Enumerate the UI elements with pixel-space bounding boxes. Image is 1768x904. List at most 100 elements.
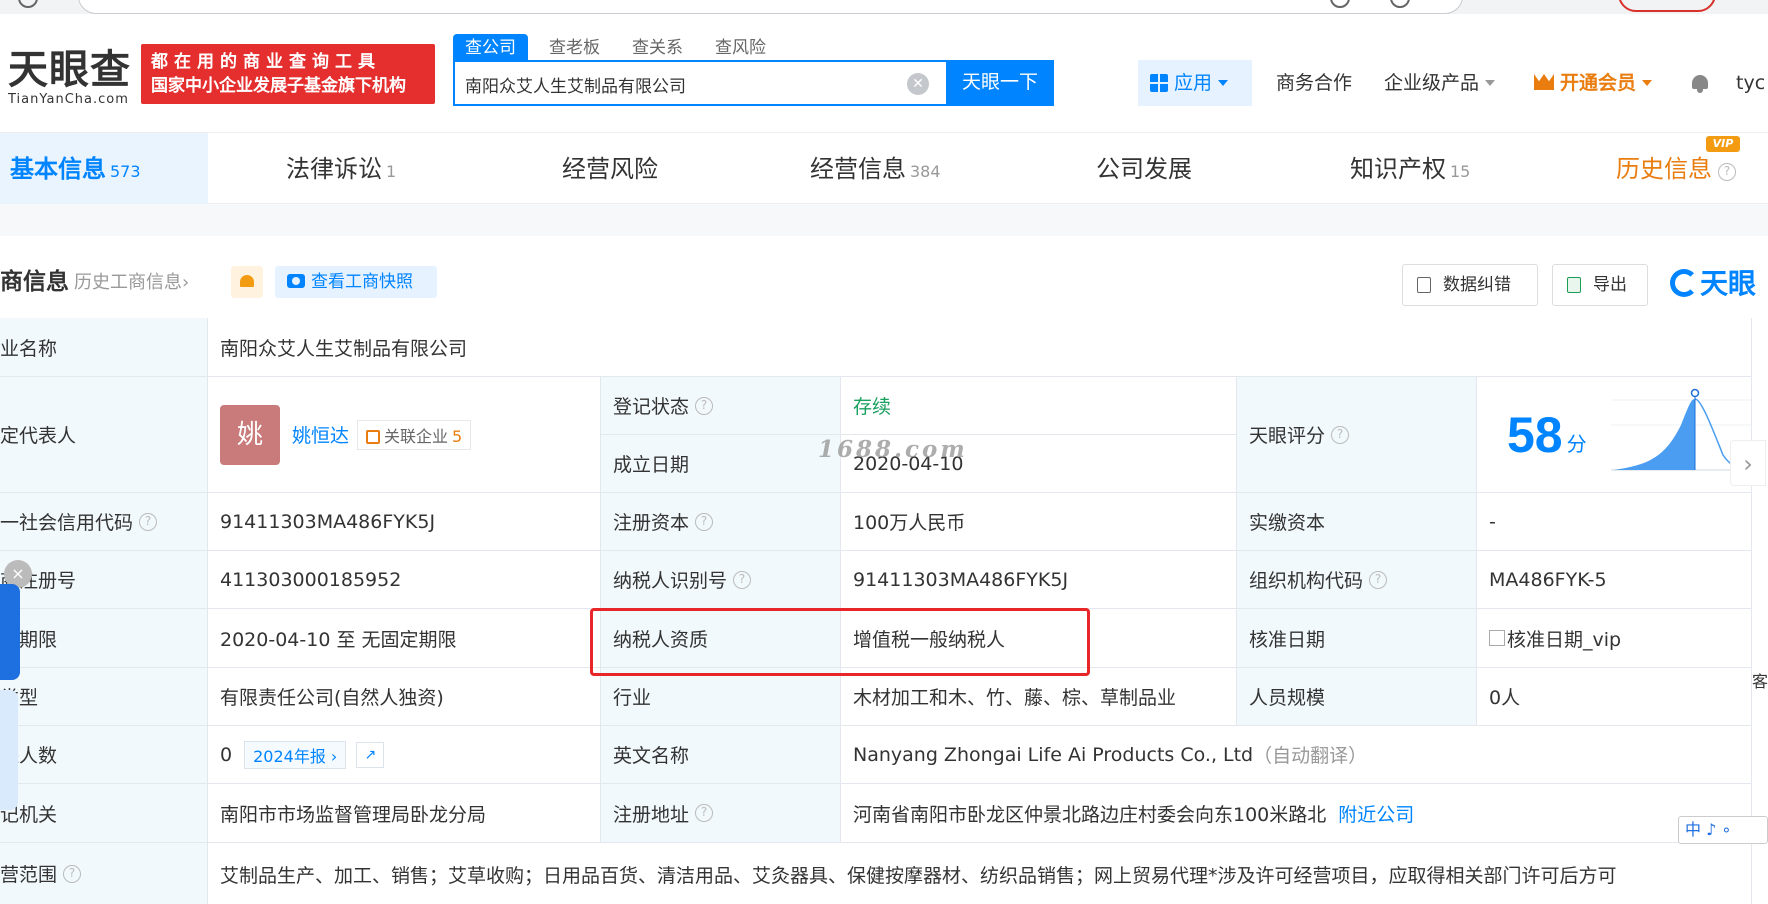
credit-code-value: 91411303MA486FYK5J xyxy=(208,493,601,551)
search-input[interactable] xyxy=(465,70,885,98)
export-button[interactable]: 导出 xyxy=(1552,264,1648,306)
user-menu[interactable]: tyc xyxy=(1736,60,1765,106)
label-org-code: 组织机构代码? xyxy=(1237,551,1477,609)
help-icon[interactable]: ? xyxy=(695,804,714,822)
address-bar[interactable] xyxy=(78,0,1463,14)
help-icon[interactable]: ? xyxy=(63,864,82,883)
reload-icon[interactable] xyxy=(18,0,38,8)
history-link-label: 历史工商信息 xyxy=(74,272,182,293)
floating-widget-secondary[interactable] xyxy=(0,690,18,810)
browser-toolbar xyxy=(0,0,1768,14)
tab-count: 15 xyxy=(1450,162,1471,181)
document-icon xyxy=(1417,277,1431,293)
label-authority: 记机关 xyxy=(0,784,208,843)
search-tab-relation[interactable]: 查关系 xyxy=(632,34,683,62)
apps-menu-button[interactable]: 应用 xyxy=(1138,60,1252,106)
data-correct-button[interactable]: 数据纠错 xyxy=(1402,264,1538,306)
search-tab-boss[interactable]: 查老板 xyxy=(549,34,600,62)
tab-count: 573 xyxy=(110,162,141,181)
broken-image-icon xyxy=(1489,630,1505,646)
paid-capital-value: - xyxy=(1477,493,1752,551)
label-reg-capital: 注册资本? xyxy=(601,493,841,551)
help-icon[interactable]: ? xyxy=(695,396,714,415)
site-logo[interactable]: 天眼查 TianYanCha.com xyxy=(8,48,131,107)
tab-count: 384 xyxy=(910,162,941,181)
help-icon[interactable]: ? xyxy=(695,512,714,531)
history-link[interactable]: 历史工商信息› xyxy=(74,268,189,294)
tab-ip[interactable]: 知识产权 15 xyxy=(1350,133,1470,205)
label-score: 天眼评分? xyxy=(1237,377,1477,493)
customer-service-tab[interactable]: 客 xyxy=(1752,668,1768,692)
help-icon[interactable]: ? xyxy=(139,512,158,531)
related-companies-button[interactable]: 关联企业 5 xyxy=(357,419,472,450)
tab-label: 经营风险 xyxy=(562,155,658,183)
reg-status-label-text: 登记状态 xyxy=(613,396,690,418)
apps-grid-icon xyxy=(1150,74,1168,92)
taxpayer-id-label-text: 纳税人识别号 xyxy=(613,570,728,592)
label-industry: 行业 xyxy=(601,668,841,726)
help-icon[interactable]: ? xyxy=(1369,570,1388,589)
tab-count: 1 xyxy=(386,162,397,181)
monitor-bell-button[interactable] xyxy=(231,266,263,298)
business-coop-link[interactable]: 商务合作 xyxy=(1276,60,1352,106)
chevron-right-icon: › xyxy=(182,272,190,293)
section-title: 商信息 xyxy=(0,269,69,295)
reg-capital-label-text: 注册资本 xyxy=(613,512,690,534)
network-icon xyxy=(366,429,381,444)
avatar[interactable]: 姚 xyxy=(220,404,280,465)
company-tabs: 基本信息 573 法律诉讼 1 经营风险 经营信息 384 公司发展 知识产权 15 历… xyxy=(0,132,1768,205)
tab-operation[interactable]: 经营信息 384 xyxy=(810,133,941,205)
english-name-cell: Nanyang Zhongai Life Ai Products Co., Lt… xyxy=(841,726,1752,784)
tab-legal[interactable]: 法律诉讼 1 xyxy=(286,133,396,205)
notification-bell-icon[interactable] xyxy=(1690,73,1710,93)
score-unit: 分 xyxy=(1566,432,1587,456)
open-vip-menu[interactable]: 开通会员 xyxy=(1534,60,1653,106)
tab-development[interactable]: 公司发展 xyxy=(1096,133,1192,205)
search-tab-company[interactable]: 查公司 xyxy=(453,34,528,62)
highlight-box-annotation xyxy=(590,608,1090,676)
address-label-text: 注册地址 xyxy=(613,803,690,826)
approval-date-alt: 核准日期_vip xyxy=(1507,628,1622,651)
snapshot-button[interactable]: 查看工商快照 xyxy=(275,266,437,298)
tab-label: 公司发展 xyxy=(1096,155,1192,183)
label-reg-no: 商注册号 xyxy=(0,551,208,609)
auto-translate-note: （自动翻译） xyxy=(1253,745,1368,767)
annual-report-button[interactable]: 2024年报 › xyxy=(244,740,347,769)
org-code-label-text: 组织机构代码 xyxy=(1249,570,1364,592)
label-type: 类型 xyxy=(0,668,208,726)
address-value: 河南省南阳市卧龙区仲景北路边庄村委会向东100米路北 xyxy=(853,803,1327,826)
clear-icon[interactable]: ✕ xyxy=(907,73,929,95)
tab-risk[interactable]: 经营风险 xyxy=(562,133,658,205)
help-icon[interactable]: ? xyxy=(1331,425,1350,444)
trend-chart-icon[interactable]: ↗ xyxy=(356,741,385,768)
tab-label: 法律诉讼 xyxy=(286,155,382,183)
staff-size-value: 0人 xyxy=(1477,668,1752,726)
help-icon[interactable]: ? xyxy=(733,570,752,589)
label-reg-status: 登记状态? xyxy=(601,377,841,435)
label-paid-capital: 实缴资本 xyxy=(1237,493,1477,551)
chevron-down-icon xyxy=(1642,80,1653,86)
label-legal-rep: 定代表人 xyxy=(0,377,208,493)
label-address: 注册地址? xyxy=(601,784,841,843)
nearby-companies-link[interactable]: 附近公司 xyxy=(1338,800,1414,827)
company-name-value: 南阳众艾人生艾制品有限公司 xyxy=(208,318,1752,377)
chevron-right-icon[interactable]: › xyxy=(1730,440,1766,486)
search-tab-risk[interactable]: 查风险 xyxy=(715,34,766,62)
enterprise-products-label: 企业级产品 xyxy=(1384,72,1480,94)
help-icon[interactable]: ? xyxy=(1718,163,1736,181)
search-button[interactable]: 天眼一下 xyxy=(946,60,1054,106)
scope-label-text: 营范围 xyxy=(0,864,58,886)
legal-rep-link[interactable]: 姚恒达 xyxy=(292,421,349,448)
floating-widget[interactable] xyxy=(0,584,20,680)
score-cell[interactable]: 58 分 xyxy=(1477,377,1752,493)
industry-value: 木材加工和木、竹、藤、棕、草制品业 xyxy=(841,668,1237,726)
promo-banner[interactable]: 都在用的商业查询工具 国家中小企业发展子基金旗下机构 xyxy=(141,44,435,104)
correct-label: 数据纠错 xyxy=(1443,275,1511,295)
vip-label: 开通会员 xyxy=(1560,72,1637,94)
ime-toolbar[interactable]: 中 ♪ ∘ xyxy=(1678,816,1768,844)
profile-button[interactable] xyxy=(1618,0,1716,12)
enterprise-products-menu[interactable]: 企业级产品 xyxy=(1384,60,1496,106)
related-label: 关联企业 xyxy=(384,426,449,446)
scope-value: 艾制品生产、加工、销售；艾草收购；日用品百货、清洁用品、艾灸器具、保健按摩器材、… xyxy=(208,843,1752,904)
tab-basic-info[interactable]: 基本信息 573 xyxy=(10,133,141,205)
